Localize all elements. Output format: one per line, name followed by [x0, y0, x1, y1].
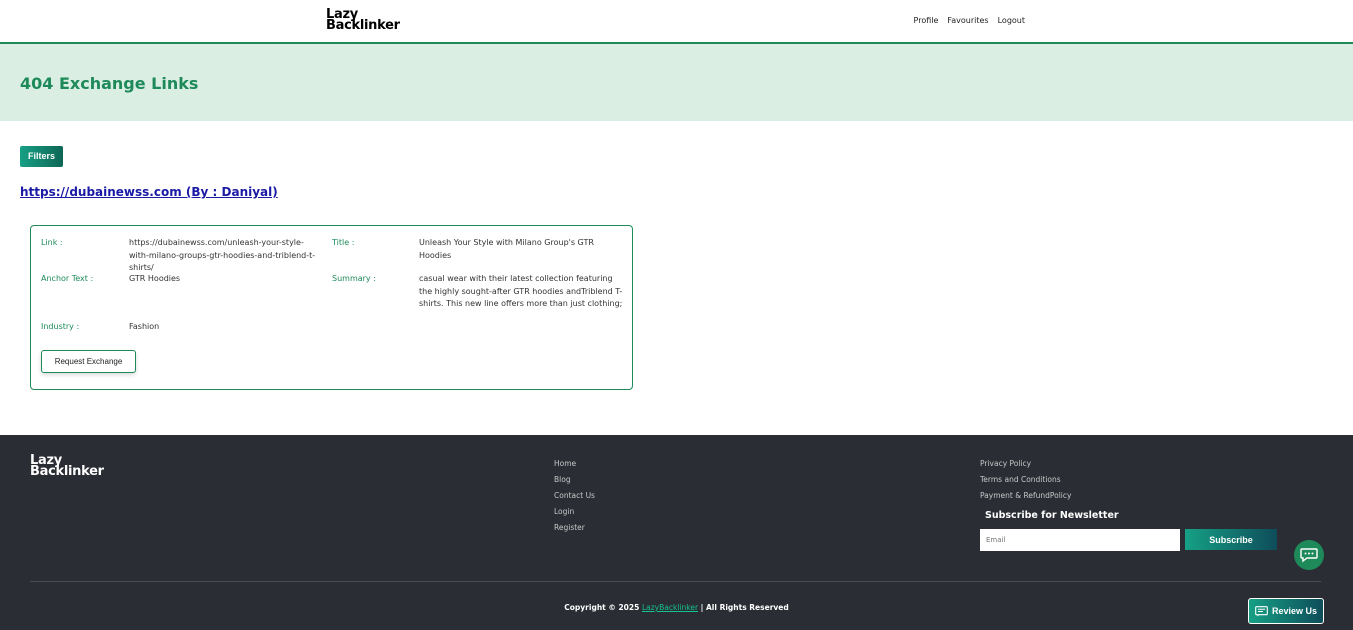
summary-value: casual wear with their latest collection…: [419, 274, 623, 308]
review-us-button[interactable]: Review Us: [1248, 598, 1324, 624]
subscribe-button[interactable]: Subscribe: [1185, 529, 1277, 550]
exchange-card: Link : https://dubainewss.com/unleash-yo…: [30, 225, 633, 390]
newsletter-title: Subscribe for Newsletter: [985, 510, 1119, 521]
industry-label: Industry :: [41, 322, 80, 331]
logo[interactable]: Lazy Backlinker: [326, 8, 400, 33]
footer-link-privacy[interactable]: Privacy Policy: [980, 459, 1071, 468]
footer-link-register[interactable]: Register: [554, 523, 595, 532]
site-link[interactable]: https://dubainewss.com (By : Daniyal): [20, 185, 278, 199]
review-icon: [1255, 605, 1268, 616]
footer-divider: [30, 581, 1321, 582]
anchor-text-value: GTR Hoodies: [129, 274, 181, 283]
title-label: Title :: [332, 238, 355, 247]
copyright: Copyright © 2025 LazyBacklinker | All Ri…: [0, 603, 1353, 612]
footer-link-blog[interactable]: Blog: [554, 475, 595, 484]
footer-links-main: Home Blog Contact Us Login Register: [554, 459, 595, 532]
copyright-link[interactable]: LazyBacklinker: [642, 603, 698, 612]
industry-value: Fashion: [129, 322, 160, 331]
newsletter-email-input[interactable]: [980, 529, 1180, 551]
nav-favourites[interactable]: Favourites: [947, 16, 988, 25]
anchor-text-label: Anchor Text :: [41, 274, 94, 283]
summary-label: Summary :: [332, 274, 376, 283]
nav-logout[interactable]: Logout: [998, 16, 1025, 25]
filters-button[interactable]: Filters: [20, 146, 64, 167]
page-title: 404 Exchange Links: [20, 74, 199, 93]
footer-link-home[interactable]: Home: [554, 459, 595, 468]
footer-link-terms[interactable]: Terms and Conditions: [980, 475, 1071, 484]
chat-icon: [1300, 548, 1318, 563]
footer-link-refund[interactable]: Payment & RefundPolicy: [980, 491, 1071, 500]
request-exchange-button[interactable]: Request Exchange: [41, 350, 136, 373]
link-value: https://dubainewss.com/unleash-your-styl…: [129, 238, 316, 272]
footer-logo[interactable]: Lazy Backlinker: [30, 454, 104, 479]
copyright-prefix: Copyright © 2025: [564, 603, 640, 612]
review-us-label: Review Us: [1271, 606, 1318, 616]
top-nav: Profile Favourites Logout: [914, 16, 1025, 25]
chat-button[interactable]: [1294, 540, 1324, 570]
site-footer: Lazy Backlinker Home Blog Contact Us Log…: [0, 435, 1353, 630]
footer-link-contact[interactable]: Contact Us: [554, 491, 595, 500]
hero-banner: 404 Exchange Links: [0, 44, 1353, 121]
footer-logo-line2: Backlinker: [30, 464, 104, 479]
site-header: Lazy Backlinker Profile Favourites Logou…: [0, 0, 1353, 44]
link-label: Link :: [41, 238, 63, 247]
logo-line2: Backlinker: [326, 18, 400, 33]
title-value: Unleash Your Style with Milano Group's G…: [419, 238, 594, 260]
footer-links-legal: Privacy Policy Terms and Conditions Paym…: [980, 459, 1071, 500]
copyright-suffix: | All Rights Reserved: [700, 603, 789, 612]
page: Lazy Backlinker Profile Favourites Logou…: [0, 0, 1353, 630]
nav-profile[interactable]: Profile: [914, 16, 939, 25]
footer-link-login[interactable]: Login: [554, 507, 595, 516]
